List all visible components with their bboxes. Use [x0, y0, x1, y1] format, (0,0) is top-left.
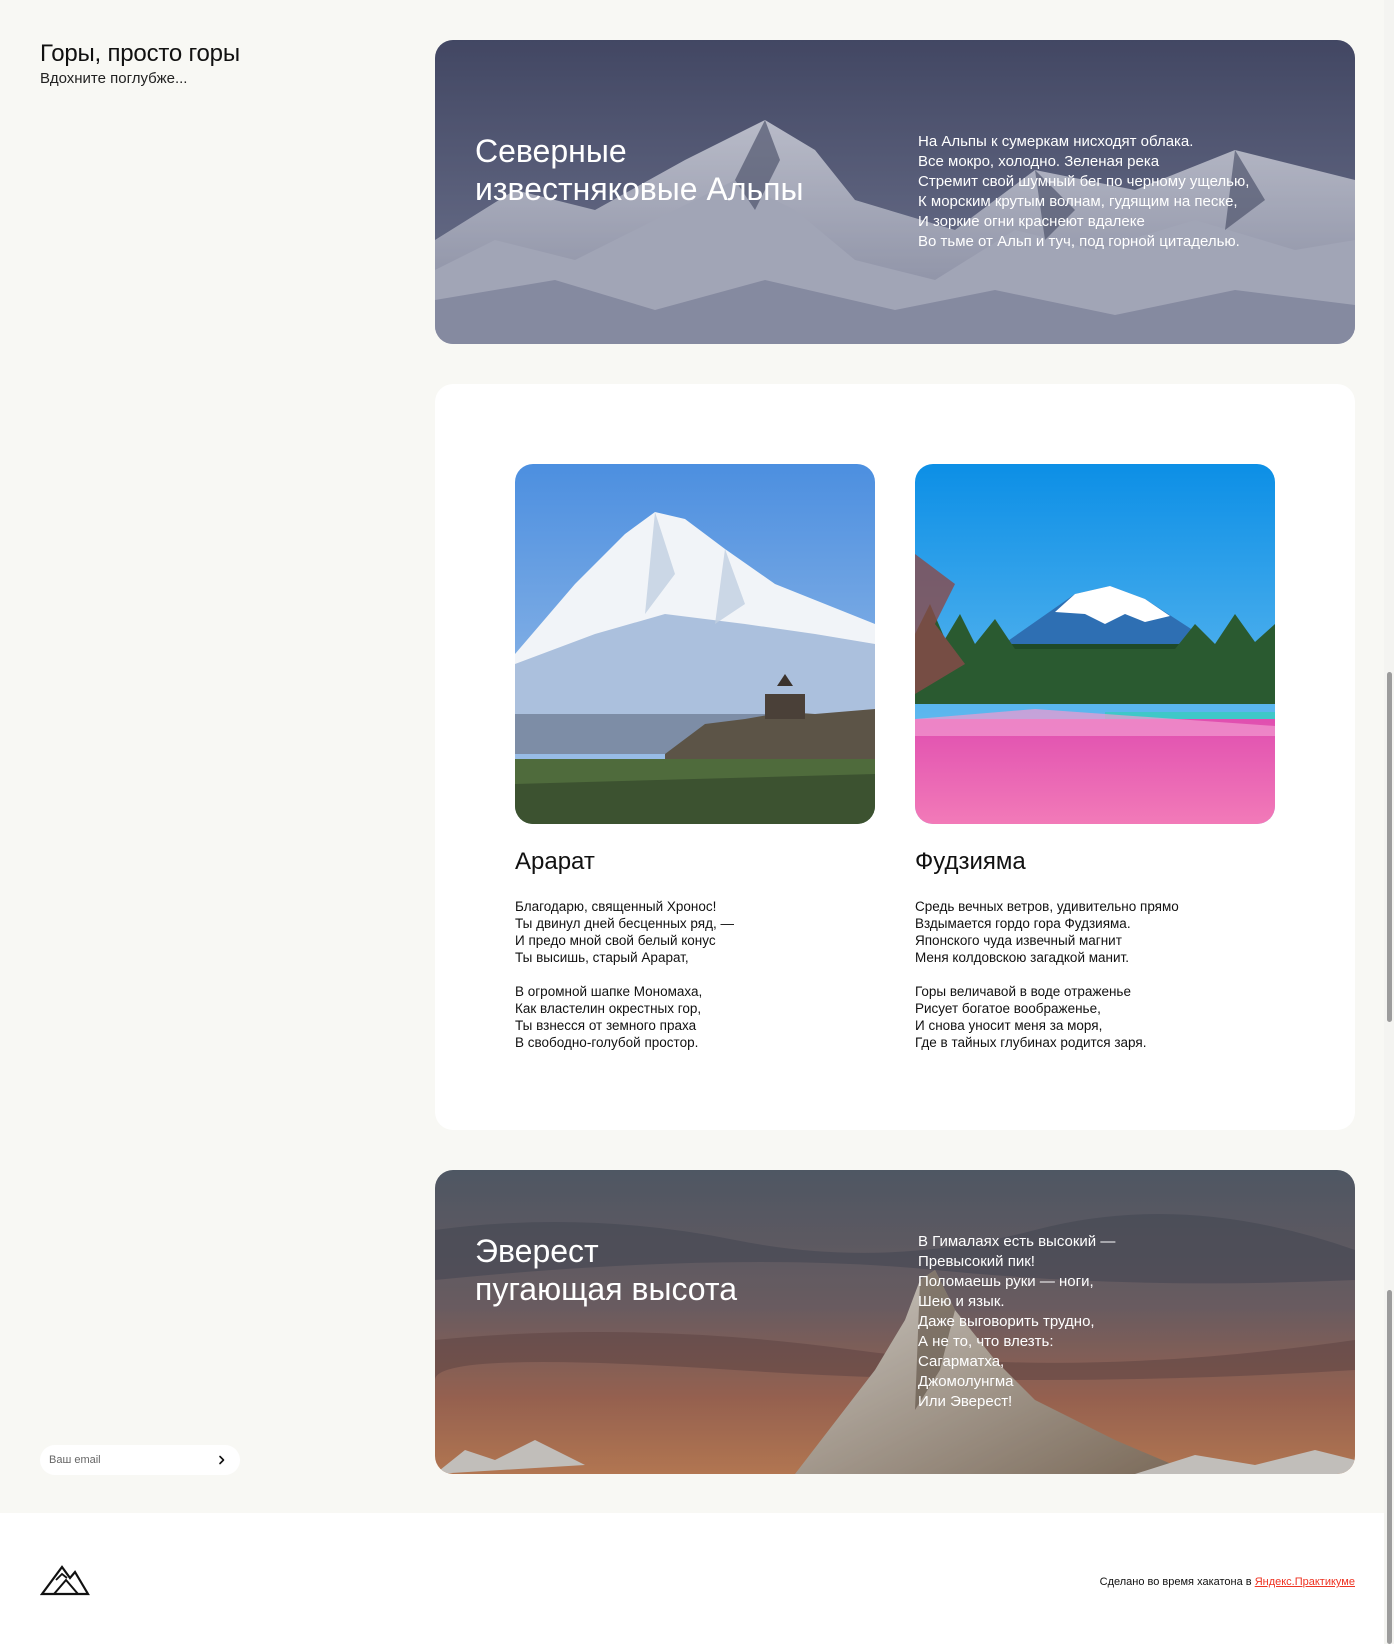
poem-line: Поломаешь руки — ноги,	[918, 1273, 1094, 1290]
page-subtitle: Вдохните поглубже...	[40, 70, 188, 87]
mountain-logo-icon	[40, 1565, 90, 1596]
poem-line: Средь вечных ветров, удивительно прямо	[915, 899, 1179, 914]
alps-poem: На Альпы к сумеркам нисходят облака. Все …	[918, 132, 1249, 252]
poem-line: На Альпы к сумеркам нисходят облака.	[918, 133, 1194, 150]
footer-credit: Сделано во время хакатона в Яндекс.Практ…	[1100, 1576, 1355, 1588]
everest-title: Эверест пугающая высота	[475, 1233, 737, 1307]
fuji-poem: Средь вечных ветров, удивительно прямо Вз…	[915, 898, 1275, 1051]
fuji-column: Фудзияма Средь вечных ветров, удивительн…	[915, 464, 1275, 1051]
poem-line: Сагарматха,	[918, 1353, 1005, 1370]
poem-stanza: Благодарю, священный Хронос! Ты двинул дн…	[515, 898, 875, 966]
yandex-practicum-link[interactable]: Яндекс.Практикуме	[1255, 1576, 1355, 1588]
everest-banner: Эверест пугающая высота В Гималаях есть …	[435, 1170, 1355, 1474]
poem-line: Во тьме от Альп и туч, под горной цитаде…	[918, 233, 1240, 250]
poem-line: К морским крутым волнам, гудящим на песк…	[918, 193, 1238, 210]
poem-stanza: Горы величавой в воде отраженье Рисует бо…	[915, 983, 1275, 1051]
poem-line: В свободно-голубой простор.	[515, 1035, 699, 1050]
poem-line: И предо мной свой белый конус	[515, 933, 716, 948]
poem-line: Как властелин окрестных гор,	[515, 1001, 702, 1016]
poem-line: Благодарю, священный Хронос!	[515, 899, 717, 914]
email-field[interactable]	[49, 1454, 199, 1466]
everest-background-image	[435, 1170, 1355, 1474]
fuji-image	[915, 464, 1275, 824]
poem-line: И зоркие огни краснеют вдалеке	[918, 213, 1145, 230]
subscribe-button[interactable]	[214, 1452, 230, 1468]
everest-poem: В Гималаях есть высокий — Превысокий пик!…	[918, 1232, 1115, 1412]
poem-line: Меня колдовскою загадкой манит.	[915, 950, 1129, 965]
poem-line: Или Эверест!	[918, 1393, 1013, 1410]
poem-line: Ты высишь, старый Арарат,	[515, 950, 689, 965]
footer-credit-text: Сделано во время хакатона в	[1099, 1576, 1255, 1588]
fuji-name: Фудзияма	[915, 848, 1026, 875]
poem-stanza: Средь вечных ветров, удивительно прямо Вз…	[915, 898, 1275, 966]
ararat-column: Арарат Благодарю, священный Хронос! Ты дв…	[515, 464, 875, 1051]
poem-line: А не то, что влезть:	[918, 1333, 1054, 1350]
poem-line: Вздымается гордо гора Фудзияма.	[915, 916, 1131, 931]
ararat-poem: Благодарю, священный Хронос! Ты двинул дн…	[515, 898, 875, 1051]
poem-line: Ты двинул дней бесценных ряд, —	[515, 916, 734, 931]
ararat-name: Арарат	[515, 848, 595, 875]
mountains-card: Арарат Благодарю, священный Хронос! Ты дв…	[435, 384, 1355, 1130]
poem-line: Ты взнесся от земного праха	[515, 1018, 697, 1033]
poem-line: Все мокро, холодно. Зеленая река	[918, 153, 1160, 170]
poem-line: Японского чуда извечный магнит	[915, 933, 1122, 948]
poem-line: Даже выговорить трудно,	[918, 1313, 1095, 1330]
footer: Сделано во время хакатона в Яндекс.Практ…	[0, 1513, 1394, 1644]
poem-line: Горы величавой в воде отраженье	[915, 984, 1131, 999]
poem-line: Рисует богатое воображенье,	[915, 1001, 1101, 1016]
page-title: Горы, просто горы	[40, 40, 240, 67]
alps-banner: Северные известняковые Альпы На Альпы к …	[435, 40, 1355, 344]
scrollbar-thumb-lower[interactable]	[1387, 1290, 1392, 1644]
poem-line: Шею и язык.	[918, 1293, 1005, 1310]
poem-line: В огромной шапке Мономаха,	[515, 984, 703, 999]
alps-title: Северные известняковые Альпы	[475, 133, 804, 207]
poem-line: И снова уносит меня за моря,	[915, 1018, 1103, 1033]
chevron-right-icon	[219, 1455, 225, 1465]
poem-line: Стремит свой шумный бег по черному ущель…	[918, 173, 1250, 190]
poem-line: Превысокий пик!	[918, 1253, 1035, 1270]
poem-stanza: В огромной шапке Мономаха, Как властелин …	[515, 983, 875, 1051]
subscribe-form	[40, 1445, 240, 1475]
scrollbar-thumb[interactable]	[1387, 672, 1392, 1022]
poem-line: В Гималаях есть высокий —	[918, 1233, 1116, 1250]
poem-line: Где в тайных глубинах родится заря.	[915, 1035, 1147, 1050]
ararat-image	[515, 464, 875, 824]
poem-line: Джомолунгма	[918, 1373, 1014, 1390]
